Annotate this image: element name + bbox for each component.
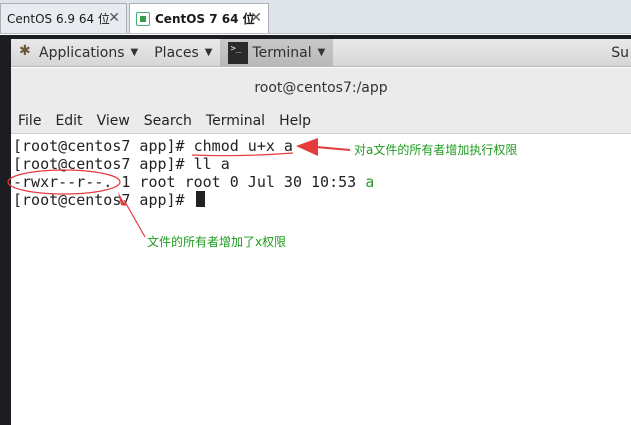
terminal-line: [root@centos7 app]# ll a	[13, 155, 230, 173]
applications-label: Applications	[39, 44, 125, 61]
vm-frame-left	[0, 35, 11, 425]
places-label: Places	[154, 44, 199, 61]
terminal-menubar: File Edit View Search Terminal Help	[11, 108, 631, 134]
vm-icon	[136, 11, 150, 26]
menu-help[interactable]: Help	[272, 113, 318, 129]
menu-terminal[interactable]: Terminal	[199, 113, 272, 129]
chevron-down-icon: ▼	[204, 47, 213, 58]
gnome-top-panel: Applications ▼ Places ▼ >_ Terminal ▼ Su	[11, 38, 631, 67]
listing-text: -rwxr--r--. 1 root root 0 Jul 30 10:53	[13, 173, 366, 191]
window-title: root@centos7:/app	[254, 80, 388, 96]
chevron-down-icon: ▼	[130, 47, 139, 58]
terminal-line: [root@centos7 app]#	[13, 191, 205, 209]
terminal-icon: >_	[228, 41, 249, 64]
annotation-note-1: 对a文件的所有者增加执行权限	[354, 143, 518, 157]
vm-tab-centos6[interactable]: CentOS 6.9 64 位 ✕	[0, 3, 127, 33]
menu-edit[interactable]: Edit	[48, 113, 89, 129]
prompt: [root@centos7 app]#	[13, 191, 194, 209]
close-icon[interactable]: ✕	[250, 10, 262, 26]
vm-tab-label: CentOS 6.9 64 位	[7, 12, 110, 26]
executable-file-name: a	[365, 173, 375, 191]
gnome-foot-icon	[19, 43, 33, 60]
command-text: chmod u+x a	[193, 137, 293, 155]
menu-view[interactable]: View	[90, 113, 137, 129]
panel-clock-cut[interactable]: Su	[609, 39, 631, 67]
chevron-down-icon: ▼	[317, 47, 326, 58]
menu-file[interactable]: File	[11, 113, 48, 129]
terminal-output[interactable]: [root@centos7 app]# chmod u+x a [root@ce…	[11, 135, 631, 425]
terminal-app-menu[interactable]: >_ Terminal ▼	[220, 38, 334, 67]
vm-tab-label: CentOS 7 64 位	[155, 12, 255, 26]
terminal-line: -rwxr--r--. 1 root root 0 Jul 30 10:53 a	[13, 173, 374, 191]
terminal-line: [root@centos7 app]# chmod u+x a	[13, 137, 293, 155]
vm-tab-bar: CentOS 6.9 64 位 ✕ CentOS 7 64 位 ✕	[0, 0, 631, 34]
vm-tab-centos7[interactable]: CentOS 7 64 位 ✕	[129, 3, 269, 33]
menu-search[interactable]: Search	[137, 113, 199, 129]
places-menu[interactable]: Places ▼	[146, 39, 220, 67]
prompt: [root@centos7 app]#	[13, 137, 194, 155]
close-icon[interactable]: ✕	[108, 10, 120, 26]
annotation-note-2: 文件的所有者增加了x权限	[147, 235, 287, 249]
terminal-app-label: Terminal	[252, 44, 312, 61]
applications-menu[interactable]: Applications ▼	[11, 39, 146, 67]
text-cursor	[195, 191, 205, 207]
window-title-bar[interactable]: root@centos7:/app	[11, 68, 631, 108]
